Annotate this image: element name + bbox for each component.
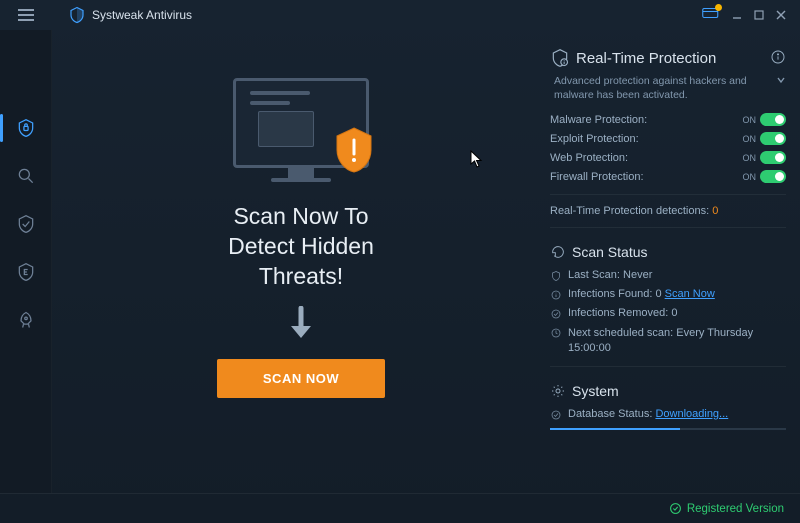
- shield-lock-icon: [16, 118, 36, 138]
- chevron-down-icon[interactable]: [776, 75, 786, 89]
- toggle-switch[interactable]: [760, 151, 786, 164]
- info-small-icon: [550, 289, 562, 301]
- realtime-header: Real-Time Protection: [550, 48, 786, 68]
- scan-status-header: Scan Status: [550, 244, 786, 260]
- toggle-switch[interactable]: [760, 132, 786, 145]
- title-bar: Systweak Antivirus: [0, 0, 800, 30]
- store-icon[interactable]: [702, 6, 720, 25]
- toggle-firewall: Firewall Protection: ON: [550, 167, 786, 186]
- infections-removed-row: Infections Removed: 0: [550, 304, 786, 323]
- toggle-exploit: Exploit Protection: ON: [550, 129, 786, 148]
- sidebar-item-startup[interactable]: [0, 296, 52, 344]
- footer: Registered Version: [0, 493, 800, 523]
- hamburger-menu[interactable]: [0, 0, 52, 30]
- monitor-illustration: [233, 78, 369, 188]
- rocket-icon: [16, 310, 36, 330]
- sidebar-item-scan[interactable]: [0, 152, 52, 200]
- scan-now-button[interactable]: SCAN NOW: [217, 359, 385, 398]
- app-logo-icon: [68, 6, 86, 24]
- detections-row: Real-Time Protection detections: 0: [550, 203, 786, 219]
- realtime-subtext: Advanced protection against hackers and …: [550, 74, 786, 102]
- sidebar-item-protection[interactable]: [0, 200, 52, 248]
- sidebar-item-quarantine[interactable]: [0, 248, 52, 296]
- database-status-row: Database Status: Downloading...: [550, 405, 786, 424]
- shield-e-icon: [16, 262, 36, 282]
- download-progress: [550, 428, 786, 430]
- next-scan-row: Next scheduled scan: Every Thursday 15:0…: [550, 323, 786, 358]
- system-header: System: [550, 383, 786, 399]
- app-title: Systweak Antivirus: [92, 8, 192, 22]
- refresh-icon: [550, 244, 566, 260]
- maximize-button[interactable]: [748, 4, 770, 26]
- check-circle-icon: [669, 502, 682, 515]
- sidebar-item-home[interactable]: [0, 104, 52, 152]
- check-circle-icon: [550, 409, 562, 421]
- infections-found-row: Infections Found: 0 Scan Now: [550, 285, 786, 304]
- toggle-switch[interactable]: [760, 170, 786, 183]
- shield-warning-icon: [333, 126, 375, 174]
- toggle-web: Web Protection: ON: [550, 148, 786, 167]
- registered-label: Registered Version: [687, 503, 784, 515]
- db-status-value: Downloading...: [655, 408, 728, 420]
- scan-now-link[interactable]: Scan Now: [665, 288, 715, 300]
- headline: Scan Now To Detect Hidden Threats!: [228, 202, 374, 292]
- right-panel: Real-Time Protection Advanced protection…: [550, 30, 800, 493]
- check-circle-icon: [550, 308, 562, 320]
- gear-icon: [550, 383, 566, 399]
- shield-small-icon: [550, 270, 562, 282]
- toggle-switch[interactable]: [760, 113, 786, 126]
- clock-icon: [550, 327, 562, 339]
- last-scan-row: Last Scan: Never: [550, 266, 786, 285]
- main-panel: Scan Now To Detect Hidden Threats! SCAN …: [52, 30, 550, 493]
- search-icon: [16, 166, 36, 186]
- toggle-malware: Malware Protection: ON: [550, 110, 786, 129]
- sidebar: [0, 30, 52, 493]
- shield-check-icon: [16, 214, 36, 234]
- info-icon[interactable]: [770, 49, 786, 68]
- arrow-down-icon: [286, 306, 316, 345]
- shield-info-icon: [550, 48, 570, 68]
- minimize-button[interactable]: [726, 4, 748, 26]
- close-button[interactable]: [770, 4, 792, 26]
